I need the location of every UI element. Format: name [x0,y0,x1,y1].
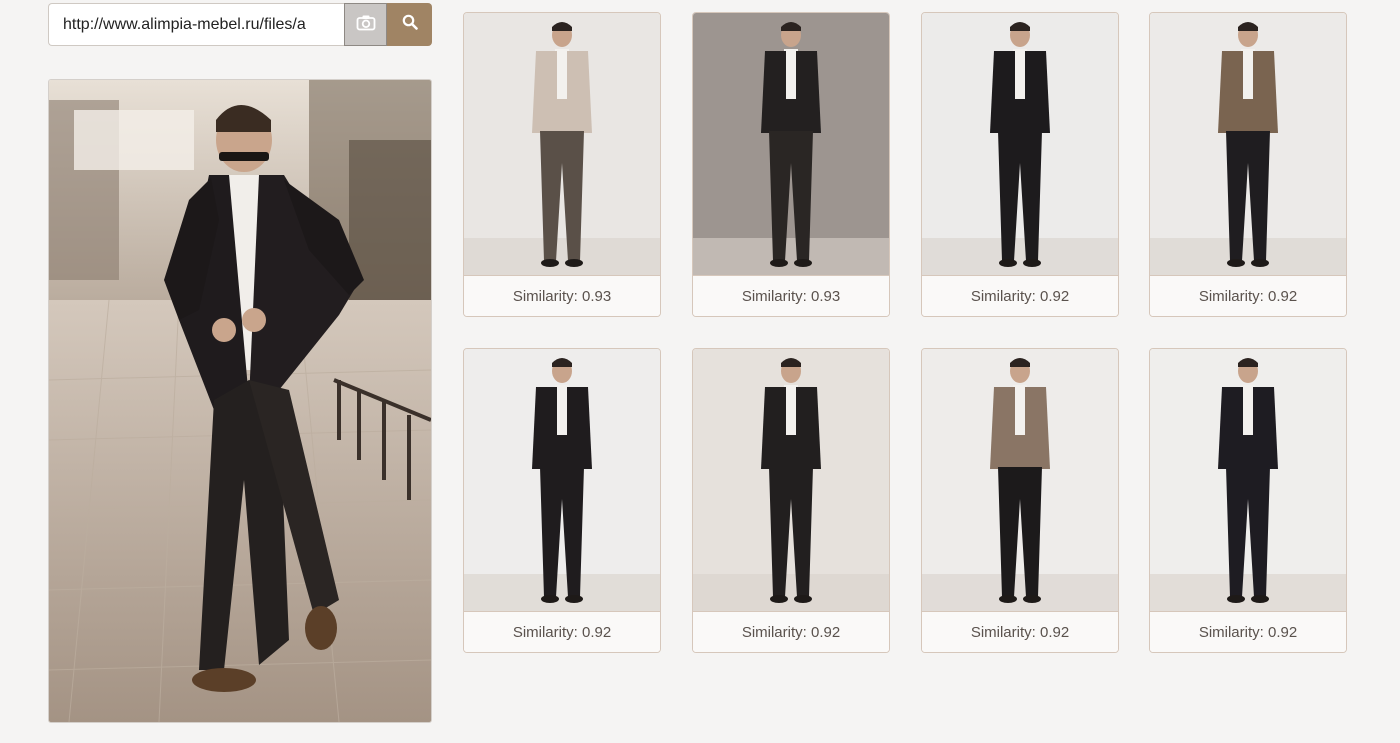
url-input[interactable] [48,3,344,46]
result-card[interactable]: Similarity: 0.92 [692,348,890,653]
result-photo [922,349,1118,611]
result-photo [464,13,660,275]
result-card[interactable]: Similarity: 0.92 [1149,12,1347,317]
camera-icon [356,14,376,36]
result-card[interactable]: Similarity: 0.93 [692,12,890,317]
result-photo [464,349,660,611]
search-button[interactable] [387,3,432,46]
result-card[interactable]: Similarity: 0.92 [921,12,1119,317]
result-photo [922,13,1118,275]
query-image [48,79,432,723]
result-card[interactable]: Similarity: 0.92 [463,348,661,653]
result-card[interactable]: Similarity: 0.92 [1149,348,1347,653]
result-photo [693,13,889,275]
search-bar [48,3,432,46]
similarity-label: Similarity: 0.92 [464,611,660,652]
result-photo [1150,13,1346,275]
similarity-label: Similarity: 0.92 [693,611,889,652]
query-photo [49,80,431,722]
camera-button[interactable] [344,3,387,46]
search-icon [402,14,418,35]
result-photo [693,349,889,611]
similarity-label: Similarity: 0.93 [464,275,660,316]
similarity-label: Similarity: 0.92 [922,611,1118,652]
similarity-label: Similarity: 0.92 [922,275,1118,316]
result-card[interactable]: Similarity: 0.92 [921,348,1119,653]
similarity-label: Similarity: 0.93 [693,275,889,316]
similarity-label: Similarity: 0.92 [1150,275,1346,316]
similarity-label: Similarity: 0.92 [1150,611,1346,652]
result-card[interactable]: Similarity: 0.93 [463,12,661,317]
result-photo [1150,349,1346,611]
